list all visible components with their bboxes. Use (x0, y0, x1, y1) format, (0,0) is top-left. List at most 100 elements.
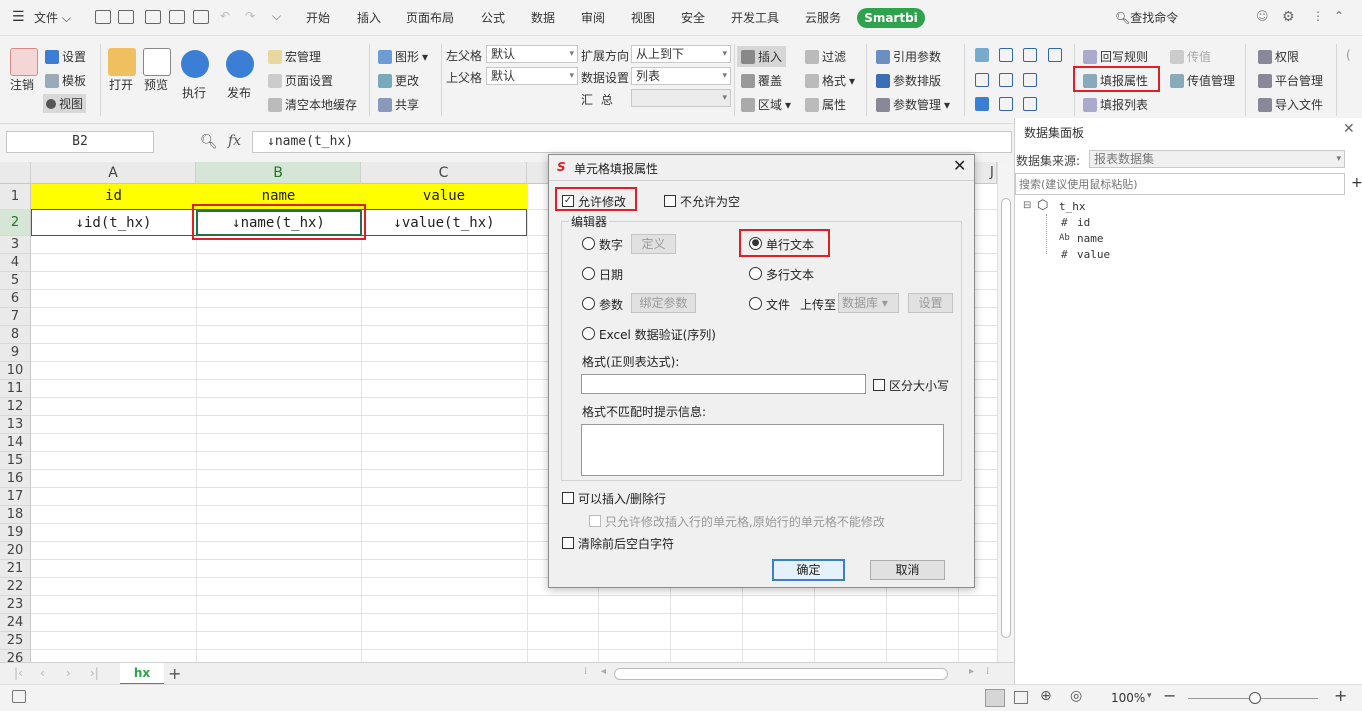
column-header-c[interactable]: C (361, 162, 527, 184)
cell-c1[interactable]: value (361, 188, 527, 204)
ref-param-button[interactable]: 引用参数 (876, 48, 941, 65)
field-name[interactable]: name (1077, 232, 1104, 245)
row-header[interactable]: 12 (0, 398, 31, 416)
fill-list-button[interactable]: 填报列表 (1083, 96, 1148, 113)
row-header[interactable]: 2 (0, 210, 31, 236)
add-sheet-icon[interactable]: + (168, 664, 181, 683)
cell-a2[interactable]: ↓id(t_hx) (31, 215, 196, 231)
tab-security[interactable]: 安全 (681, 9, 705, 26)
row-header[interactable]: 15 (0, 452, 31, 470)
file-menu[interactable]: 文件 ⌵ (34, 9, 71, 26)
save-icon[interactable] (118, 10, 134, 24)
filter-button[interactable]: 过滤 (805, 48, 846, 65)
tab-data[interactable]: 数据 (531, 9, 555, 26)
mismatch-message-textarea[interactable] (581, 424, 944, 476)
field-id[interactable]: id (1077, 216, 1090, 229)
prev-sheet-icon[interactable]: ‹ (40, 666, 45, 680)
open-button[interactable]: 打开 (109, 76, 133, 93)
format-button[interactable]: 格式 ▾ (805, 72, 855, 89)
label-widget-icon[interactable] (1023, 97, 1037, 111)
list-widget-icon[interactable] (1023, 48, 1037, 62)
row-header[interactable]: 7 (0, 308, 31, 326)
close-icon[interactable]: ✕ (953, 156, 966, 175)
eye-protect-icon[interactable]: ◎ (1070, 688, 1082, 704)
fx-icon[interactable]: fx (228, 133, 241, 149)
page-break-view-icon[interactable] (1014, 691, 1028, 704)
file-radio[interactable] (749, 297, 762, 310)
redo-icon[interactable]: ↷ (245, 9, 255, 23)
row-header[interactable]: 11 (0, 380, 31, 398)
upload-setting-button[interactable]: 设置 (908, 293, 953, 313)
transfer-value-button[interactable]: 传值 (1170, 48, 1211, 65)
sheet-tab-hx[interactable]: hx (120, 663, 164, 685)
tab-home[interactable]: 开始 (306, 9, 330, 26)
textbox-widget-icon[interactable] (975, 73, 989, 87)
date-radio[interactable] (582, 267, 595, 280)
scroll-left-icon[interactable]: ◂ (601, 666, 606, 677)
param-radio[interactable] (582, 297, 595, 310)
tree-collapse-icon[interactable]: ⊟ (1023, 200, 1031, 211)
more-icon[interactable]: ⋮ (1312, 9, 1324, 23)
next-sheet-icon[interactable]: › (66, 666, 71, 680)
image-widget-icon[interactable] (999, 73, 1013, 87)
format-regex-input[interactable] (581, 374, 866, 394)
template-button[interactable]: 模板 (45, 72, 86, 89)
row-header[interactable]: 16 (0, 470, 31, 488)
summary-select[interactable] (631, 89, 731, 107)
column-header-j[interactable]: J (990, 165, 994, 180)
row-header[interactable]: 26 (0, 650, 31, 662)
hamburger-icon[interactable]: ☰ (12, 9, 25, 25)
view-button[interactable]: 视图 (43, 94, 87, 113)
macro-button[interactable]: 宏管理 (268, 48, 321, 65)
row-header[interactable]: 23 (0, 596, 31, 614)
zoom-slider-handle[interactable] (1249, 692, 1261, 704)
tab-smartbi[interactable]: Smartbi (857, 8, 925, 28)
row-header[interactable]: 14 (0, 434, 31, 452)
row-header[interactable]: 17 (0, 488, 31, 506)
row-header[interactable]: 21 (0, 560, 31, 578)
row-header[interactable]: 13 (0, 416, 31, 434)
tab-review[interactable]: 审阅 (581, 9, 605, 26)
row-header[interactable]: 25 (0, 632, 31, 650)
can-insert-delete-checkbox[interactable] (562, 492, 574, 504)
search-input[interactable] (1015, 173, 1345, 195)
not-null-checkbox[interactable] (664, 195, 676, 207)
column-header-a[interactable]: A (31, 162, 196, 184)
ok-button[interactable]: 确定 (772, 559, 845, 581)
number-radio[interactable] (582, 237, 595, 250)
cell-a1[interactable]: id (31, 188, 196, 204)
cell-b1[interactable]: name (196, 188, 361, 204)
tab-formula[interactable]: 公式 (481, 9, 505, 26)
left-parent-select[interactable]: 默认 (486, 45, 578, 63)
logout-button[interactable]: 注销 (10, 76, 34, 93)
row-header[interactable]: 6 (0, 290, 31, 308)
top-parent-select[interactable]: 默认 (486, 67, 578, 85)
normal-view-icon[interactable] (985, 689, 1005, 707)
widget-icon[interactable] (975, 48, 989, 62)
multi-text-radio[interactable] (749, 267, 762, 280)
tree-root[interactable]: t_hx (1059, 200, 1086, 213)
row-header[interactable]: 22 (0, 578, 31, 596)
gear-icon[interactable]: ⚙ (1282, 9, 1295, 25)
scroll-right-icon[interactable]: ▸ (969, 666, 974, 677)
trim-spaces-checkbox[interactable] (562, 537, 574, 549)
share-button[interactable]: 共享 (378, 96, 419, 113)
feedback-icon[interactable]: ☺ (1256, 9, 1269, 23)
column-header-b[interactable]: B (196, 162, 361, 184)
tab-page-layout[interactable]: 页面布局 (406, 9, 454, 26)
source-select[interactable]: 报表数据集 (1089, 150, 1345, 168)
writeback-rule-button[interactable]: 回写规则 (1083, 48, 1148, 65)
import-file-button[interactable]: 导入文件 (1258, 96, 1323, 113)
data-setting-select[interactable]: 列表 (631, 67, 731, 85)
row-header[interactable]: 4 (0, 254, 31, 272)
case-sensitive-checkbox[interactable] (873, 379, 885, 391)
permission-button[interactable]: 权限 (1258, 48, 1299, 65)
zoom-in-icon[interactable]: + (1334, 686, 1347, 705)
settings-button[interactable]: 设置 (45, 48, 86, 65)
row-header[interactable]: 9 (0, 344, 31, 362)
row-header[interactable]: 24 (0, 614, 31, 632)
cell-c2[interactable]: ↓value(t_hx) (361, 215, 527, 231)
tab-developer[interactable]: 开发工具 (731, 9, 779, 26)
first-sheet-icon[interactable]: |‹ (14, 666, 23, 680)
link-widget-icon[interactable] (999, 97, 1013, 111)
